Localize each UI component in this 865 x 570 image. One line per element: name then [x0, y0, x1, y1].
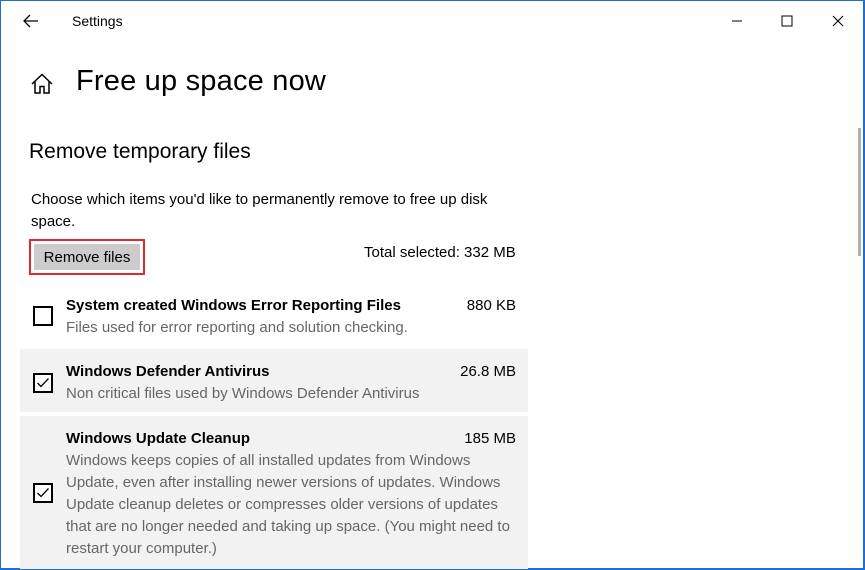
- maximize-icon: [781, 15, 793, 27]
- item-description: Windows keeps copies of all installed up…: [66, 452, 510, 557]
- item-name: Windows Defender Antivirus: [66, 363, 270, 380]
- app-title: Settings: [72, 13, 123, 29]
- checkbox-checked[interactable]: [33, 373, 53, 393]
- page-title: Free up space now: [76, 65, 327, 97]
- item-description: Files used for error reporting and solut…: [66, 319, 408, 336]
- back-button[interactable]: [16, 8, 46, 34]
- back-arrow-icon: [23, 14, 38, 28]
- minimize-button[interactable]: [714, 1, 760, 41]
- close-icon: [832, 15, 844, 27]
- vertical-scrollbar[interactable]: [858, 128, 861, 256]
- title-bar: Settings: [1, 1, 865, 41]
- checkbox-unchecked[interactable]: [33, 306, 53, 326]
- item-description: Non critical files used by Windows Defen…: [66, 385, 420, 402]
- list-item[interactable]: System created Windows Error Reporting F…: [20, 288, 528, 346]
- item-size: 185 MB: [464, 430, 516, 447]
- close-button[interactable]: [815, 1, 861, 41]
- section-title: Remove temporary files: [29, 140, 251, 163]
- settings-window: Settings Free up space now Remove tempor…: [0, 0, 865, 570]
- item-name: System created Windows Error Reporting F…: [66, 297, 401, 314]
- remove-files-button[interactable]: Remove files: [34, 244, 140, 270]
- maximize-button[interactable]: [764, 1, 810, 41]
- checkbox-checked[interactable]: [33, 483, 53, 503]
- remove-files-highlight: Remove files: [29, 239, 145, 275]
- item-name: Windows Update Cleanup: [66, 430, 251, 447]
- list-item[interactable]: Windows Update Cleanup 185 MB Windows ke…: [20, 416, 528, 569]
- minimize-icon: [732, 20, 742, 22]
- list-item[interactable]: Windows Defender Antivirus 26.8 MB Non c…: [20, 349, 528, 412]
- checkmark-icon: [37, 378, 49, 388]
- item-size: 880 KB: [466, 297, 516, 314]
- item-size: 26.8 MB: [460, 363, 516, 380]
- section-description: Choose which items you'd like to permane…: [31, 191, 488, 230]
- checkmark-icon: [37, 488, 49, 498]
- total-selected: Total selected: 332 MB: [364, 244, 516, 261]
- home-icon: [29, 71, 55, 97]
